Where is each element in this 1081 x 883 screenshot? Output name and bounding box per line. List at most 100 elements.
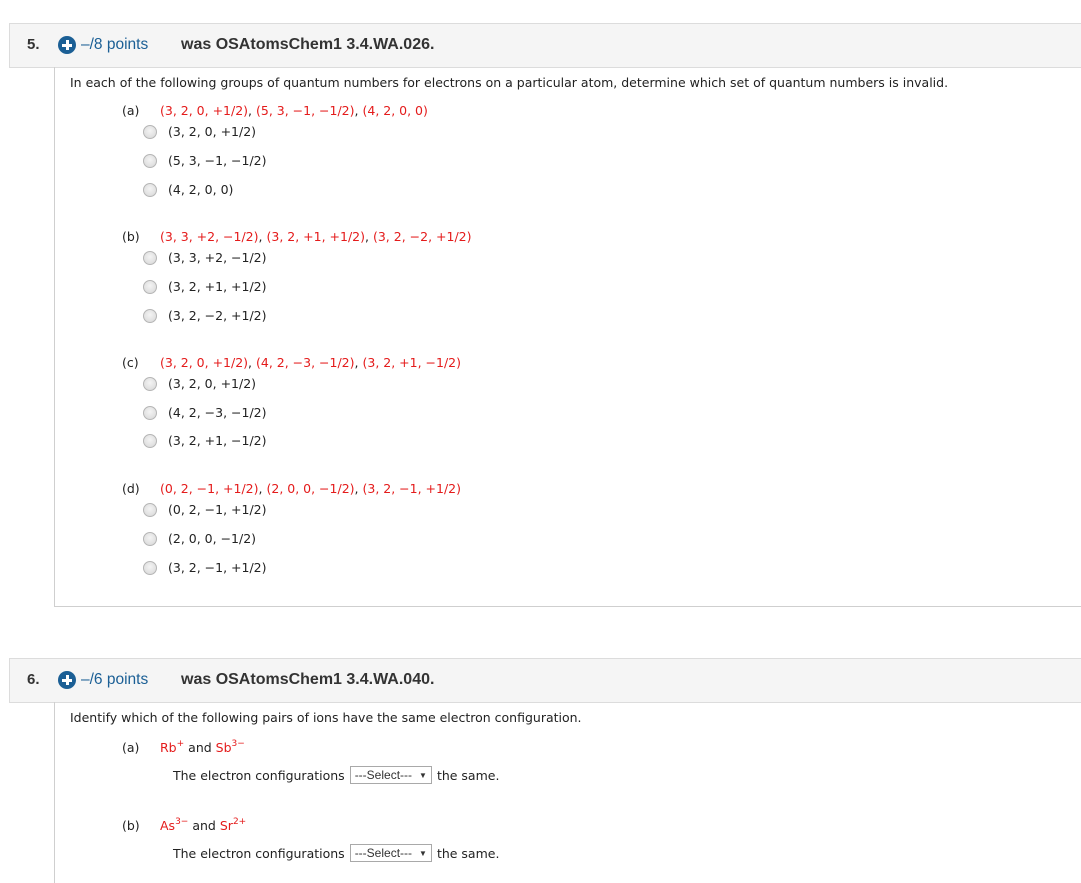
- select-value[interactable]: ---Select---: [355, 846, 412, 860]
- radio-button[interactable]: [143, 531, 157, 546]
- set: (3, 3, +2, −1/2): [160, 229, 259, 244]
- set: (3, 2, −1, +1/2): [362, 481, 462, 496]
- sentence-before: The electron configurations: [173, 767, 345, 783]
- select-dropdown[interactable]: ---Select--- ▼: [349, 766, 432, 784]
- question-number: 6.: [27, 671, 40, 688]
- radio-button[interactable]: [143, 433, 157, 448]
- set: (3, 2, +1, +1/2): [266, 229, 366, 244]
- radio-option[interactable]: (5, 3, −1, −1/2): [143, 153, 267, 168]
- radio-button[interactable]: [143, 182, 157, 197]
- radio-button[interactable]: [143, 279, 157, 294]
- part-c-header: (c) (3, 2, 0, +1/2), (4, 2, −3, −1/2), (3…: [122, 355, 461, 370]
- radio-option[interactable]: (0, 2, −1, +1/2): [143, 502, 267, 517]
- set: (3, 2, +1, −1/2): [362, 355, 462, 370]
- part-label: (b): [122, 229, 140, 244]
- part-a-header: (a) Rb+ and Sb3−: [122, 739, 245, 756]
- ion-charge: 2+: [232, 817, 247, 827]
- radio-button[interactable]: [143, 560, 157, 575]
- radio-button[interactable]: [143, 250, 157, 265]
- option-label[interactable]: (4, 2, −3, −1/2): [168, 405, 267, 420]
- option-label[interactable]: (4, 2, 0, 0): [168, 182, 233, 197]
- radio-option[interactable]: (4, 2, −3, −1/2): [143, 405, 267, 420]
- set: (0, 2, −1, +1/2): [160, 481, 259, 496]
- radio-option[interactable]: (3, 3, +2, −1/2): [143, 250, 267, 265]
- question-5-body: In each of the following groups of quant…: [54, 67, 1081, 606]
- question-source: was OSAtomsChem1 3.4.WA.040.: [181, 671, 435, 688]
- points-label[interactable]: –/6 points: [81, 671, 148, 689]
- points-label[interactable]: –/8 points: [81, 36, 148, 54]
- radio-option[interactable]: (3, 2, 0, +1/2): [143, 376, 256, 391]
- radio-option[interactable]: (3, 2, −2, +1/2): [143, 308, 267, 323]
- radio-option[interactable]: (3, 2, +1, +1/2): [143, 279, 267, 294]
- radio-button[interactable]: [143, 405, 157, 420]
- radio-button[interactable]: [143, 124, 157, 139]
- select-value[interactable]: ---Select---: [355, 768, 412, 782]
- option-label[interactable]: (0, 2, −1, +1/2): [168, 502, 267, 517]
- option-label[interactable]: (3, 2, 0, +1/2): [168, 124, 256, 139]
- question-5-header: 5. –/8 points was OSAtomsChem1 3.4.WA.02…: [9, 23, 1081, 68]
- expand-plus-icon[interactable]: [58, 36, 76, 54]
- ion: As: [160, 818, 176, 833]
- part-label: (c): [122, 355, 139, 370]
- separator: ,: [365, 229, 373, 244]
- ion-charge: 3−: [231, 739, 245, 749]
- separator: ,: [248, 103, 256, 118]
- part-b-header: (b) (3, 3, +2, −1/2), (3, 2, +1, +1/2), (…: [122, 229, 472, 244]
- question-6-body: Identify which of the following pairs of…: [54, 702, 1081, 883]
- part-label: (b): [122, 818, 140, 833]
- part-a-header: (a) (3, 2, 0, +1/2), (5, 3, −1, −1/2), (4…: [122, 103, 428, 118]
- ion: Rb: [160, 740, 177, 755]
- divider: [54, 606, 1081, 607]
- option-label[interactable]: (2, 0, 0, −1/2): [168, 531, 256, 546]
- part-label: (d): [122, 481, 140, 496]
- set: (3, 2, −2, +1/2): [372, 229, 472, 244]
- radio-option[interactable]: (3, 2, 0, +1/2): [143, 124, 256, 139]
- option-label[interactable]: (3, 2, 0, +1/2): [168, 376, 256, 391]
- option-label[interactable]: (3, 3, +2, −1/2): [168, 250, 267, 265]
- set: (4, 2, −3, −1/2): [256, 355, 355, 370]
- question-prompt: Identify which of the following pairs of…: [70, 710, 582, 725]
- sentence-after: the same.: [436, 767, 500, 783]
- part-label: (a): [122, 740, 140, 755]
- radio-option[interactable]: (4, 2, 0, 0): [143, 182, 233, 197]
- set: (2, 0, 0, −1/2): [266, 481, 355, 496]
- set: (3, 2, 0, +1/2): [160, 355, 249, 370]
- separator: ,: [248, 355, 256, 370]
- dropdown-arrow-icon[interactable]: ▼: [419, 849, 427, 858]
- option-label[interactable]: (3, 2, −1, +1/2): [168, 560, 267, 575]
- connector: and: [188, 740, 212, 755]
- ion-charge: +: [176, 739, 185, 749]
- set: (5, 3, −1, −1/2): [256, 103, 355, 118]
- select-dropdown[interactable]: ---Select--- ▼: [349, 844, 432, 862]
- radio-button[interactable]: [143, 376, 157, 391]
- radio-option[interactable]: (2, 0, 0, −1/2): [143, 531, 256, 546]
- sentence-before: The electron configurations: [173, 845, 345, 861]
- option-label[interactable]: (3, 2, +1, −1/2): [168, 433, 267, 448]
- option-label[interactable]: (5, 3, −1, −1/2): [168, 153, 267, 168]
- sentence-after: the same.: [436, 845, 500, 861]
- option-label[interactable]: (3, 2, +1, +1/2): [168, 279, 267, 294]
- question-prompt: In each of the following groups of quant…: [70, 75, 949, 90]
- radio-option[interactable]: (3, 2, +1, −1/2): [143, 433, 267, 448]
- ion: Sb: [215, 740, 232, 755]
- question-number: 5.: [27, 36, 40, 53]
- radio-button[interactable]: [143, 153, 157, 168]
- ion: Sr: [219, 818, 233, 833]
- radio-button[interactable]: [143, 308, 157, 323]
- config-sentence: The electron configurations ---Select---…: [173, 766, 499, 784]
- connector: and: [192, 818, 216, 833]
- part-label: (a): [122, 103, 140, 118]
- expand-plus-icon[interactable]: [58, 671, 76, 689]
- set: (3, 2, 0, +1/2): [160, 103, 249, 118]
- question-6-header: 6. –/6 points was OSAtomsChem1 3.4.WA.04…: [9, 658, 1081, 703]
- config-sentence: The electron configurations ---Select---…: [173, 844, 499, 862]
- set: (4, 2, 0, 0): [362, 103, 428, 118]
- radio-option[interactable]: (3, 2, −1, +1/2): [143, 560, 267, 575]
- question-source: was OSAtomsChem1 3.4.WA.026.: [181, 36, 435, 53]
- part-d-header: (d) (0, 2, −1, +1/2), (2, 0, 0, −1/2), (3…: [122, 481, 461, 496]
- dropdown-arrow-icon[interactable]: ▼: [419, 771, 427, 780]
- radio-button[interactable]: [143, 502, 157, 517]
- part-b-header: (b) As3− and Sr2+: [122, 817, 247, 834]
- ion-charge: 3−: [175, 817, 189, 827]
- option-label[interactable]: (3, 2, −2, +1/2): [168, 308, 267, 323]
